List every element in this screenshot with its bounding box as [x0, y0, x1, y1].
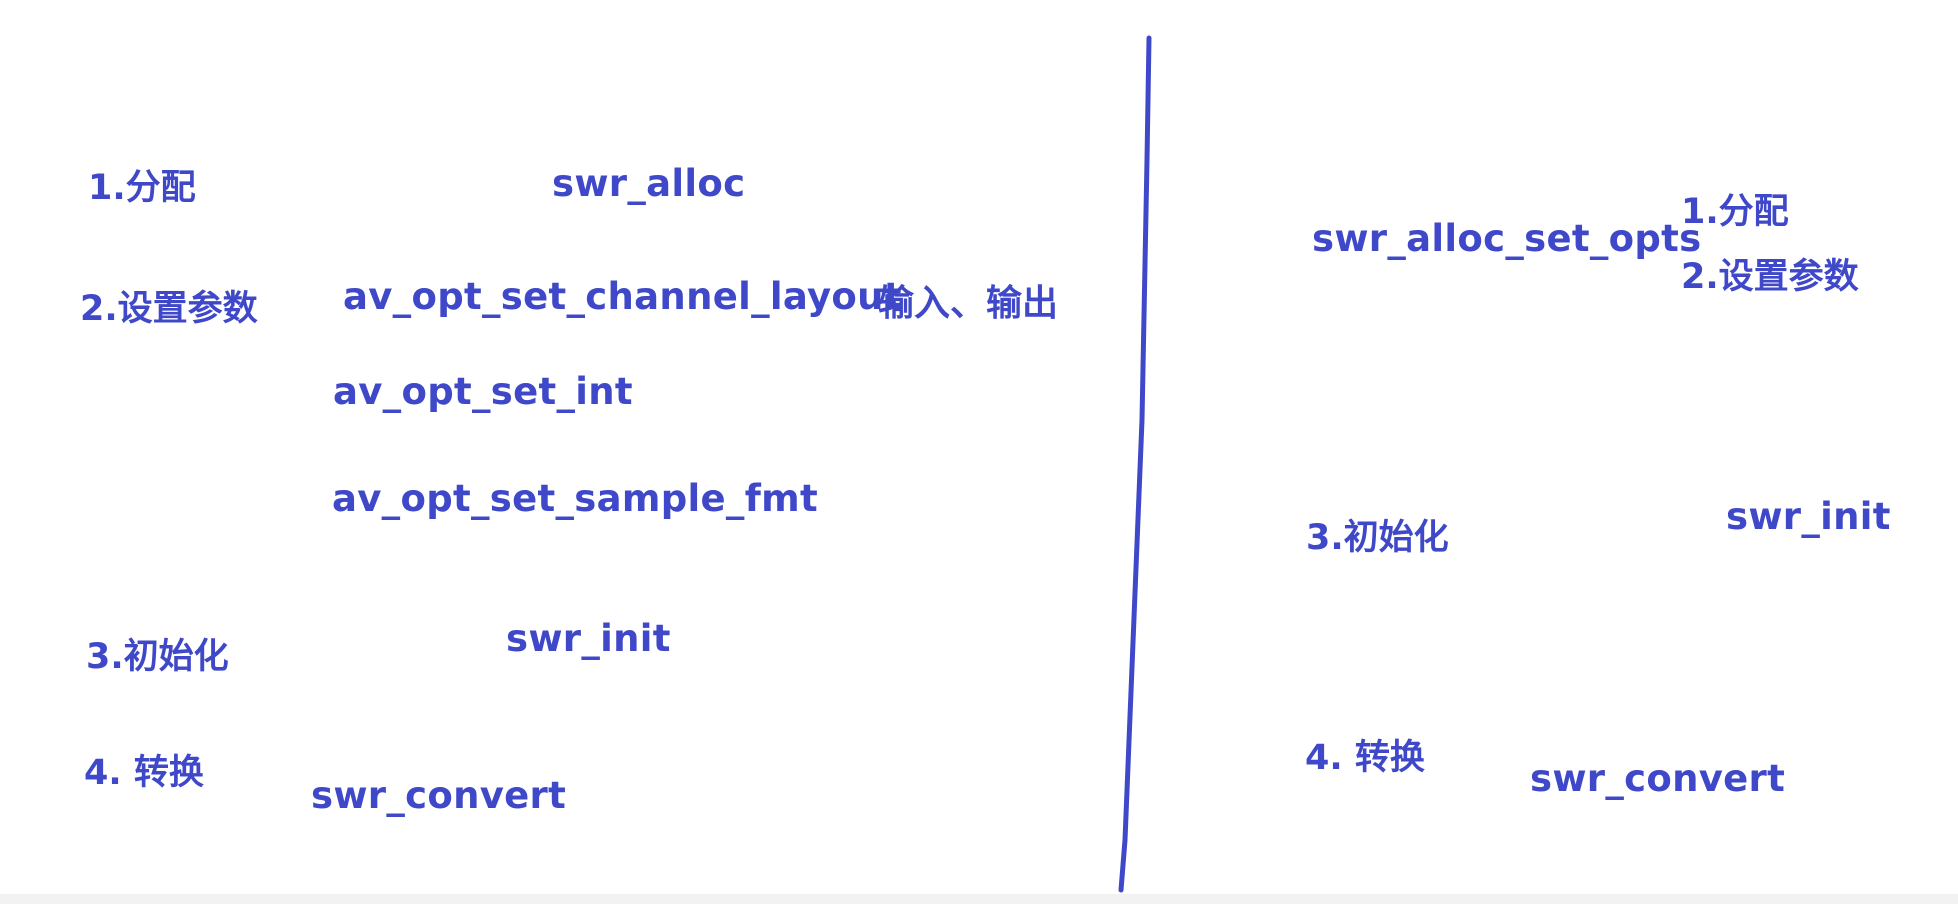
right-step-allocate: 1.分配 — [1681, 192, 1789, 232]
right-step-initialize: 3.初始化 — [1306, 518, 1449, 558]
right-step-convert: 4. 转换 — [1305, 738, 1425, 778]
right-step-set-params: 2.设置参数 — [1681, 257, 1859, 297]
right-fn-swr-convert: swr_convert — [1530, 757, 1786, 800]
right-fn-swr-init: swr_init — [1726, 495, 1891, 538]
right-fn-swr-alloc-set-opts: swr_alloc_set_opts — [1312, 217, 1702, 260]
whiteboard-canvas: 1.分配 swr_alloc 2.设置参数 av_opt_set_channel… — [0, 0, 1958, 904]
bottom-strip — [0, 894, 1958, 904]
